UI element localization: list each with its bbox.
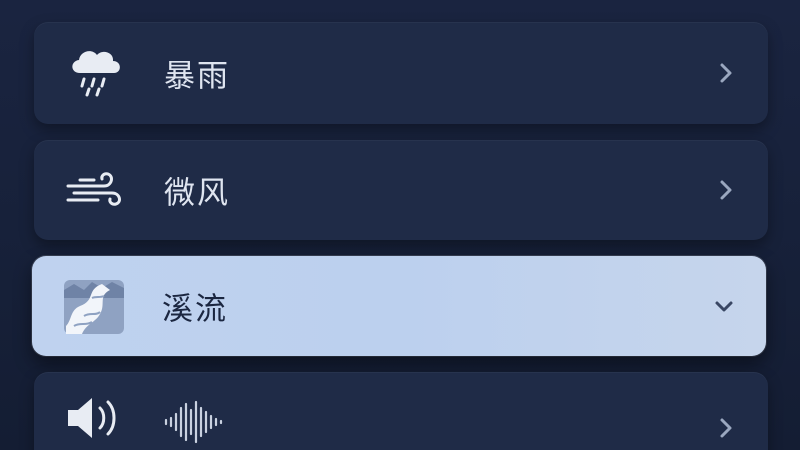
stream-icon (64, 280, 124, 334)
rain-cloud-icon (72, 51, 120, 97)
list-item-heavy-rain[interactable]: 暴雨 (34, 22, 768, 124)
list-item-label: 暴雨 (164, 58, 230, 95)
chevron-right-icon[interactable] (714, 61, 738, 85)
chevron-right-icon[interactable] (714, 416, 738, 440)
list-item-label: 微风 (164, 175, 230, 212)
waveform-icon (164, 400, 223, 444)
list-item-stream[interactable]: 溪流 (32, 256, 766, 356)
list-item-breeze[interactable]: 微风 (34, 140, 768, 240)
wind-icon (66, 172, 121, 206)
speaker-icon (68, 398, 116, 438)
sound-list: 暴雨 微风 溪流 (0, 0, 800, 450)
chevron-right-icon[interactable] (714, 178, 738, 202)
list-item-label: 溪流 (162, 291, 228, 328)
list-item-sound[interactable] (34, 372, 768, 450)
chevron-down-icon[interactable] (712, 294, 736, 318)
